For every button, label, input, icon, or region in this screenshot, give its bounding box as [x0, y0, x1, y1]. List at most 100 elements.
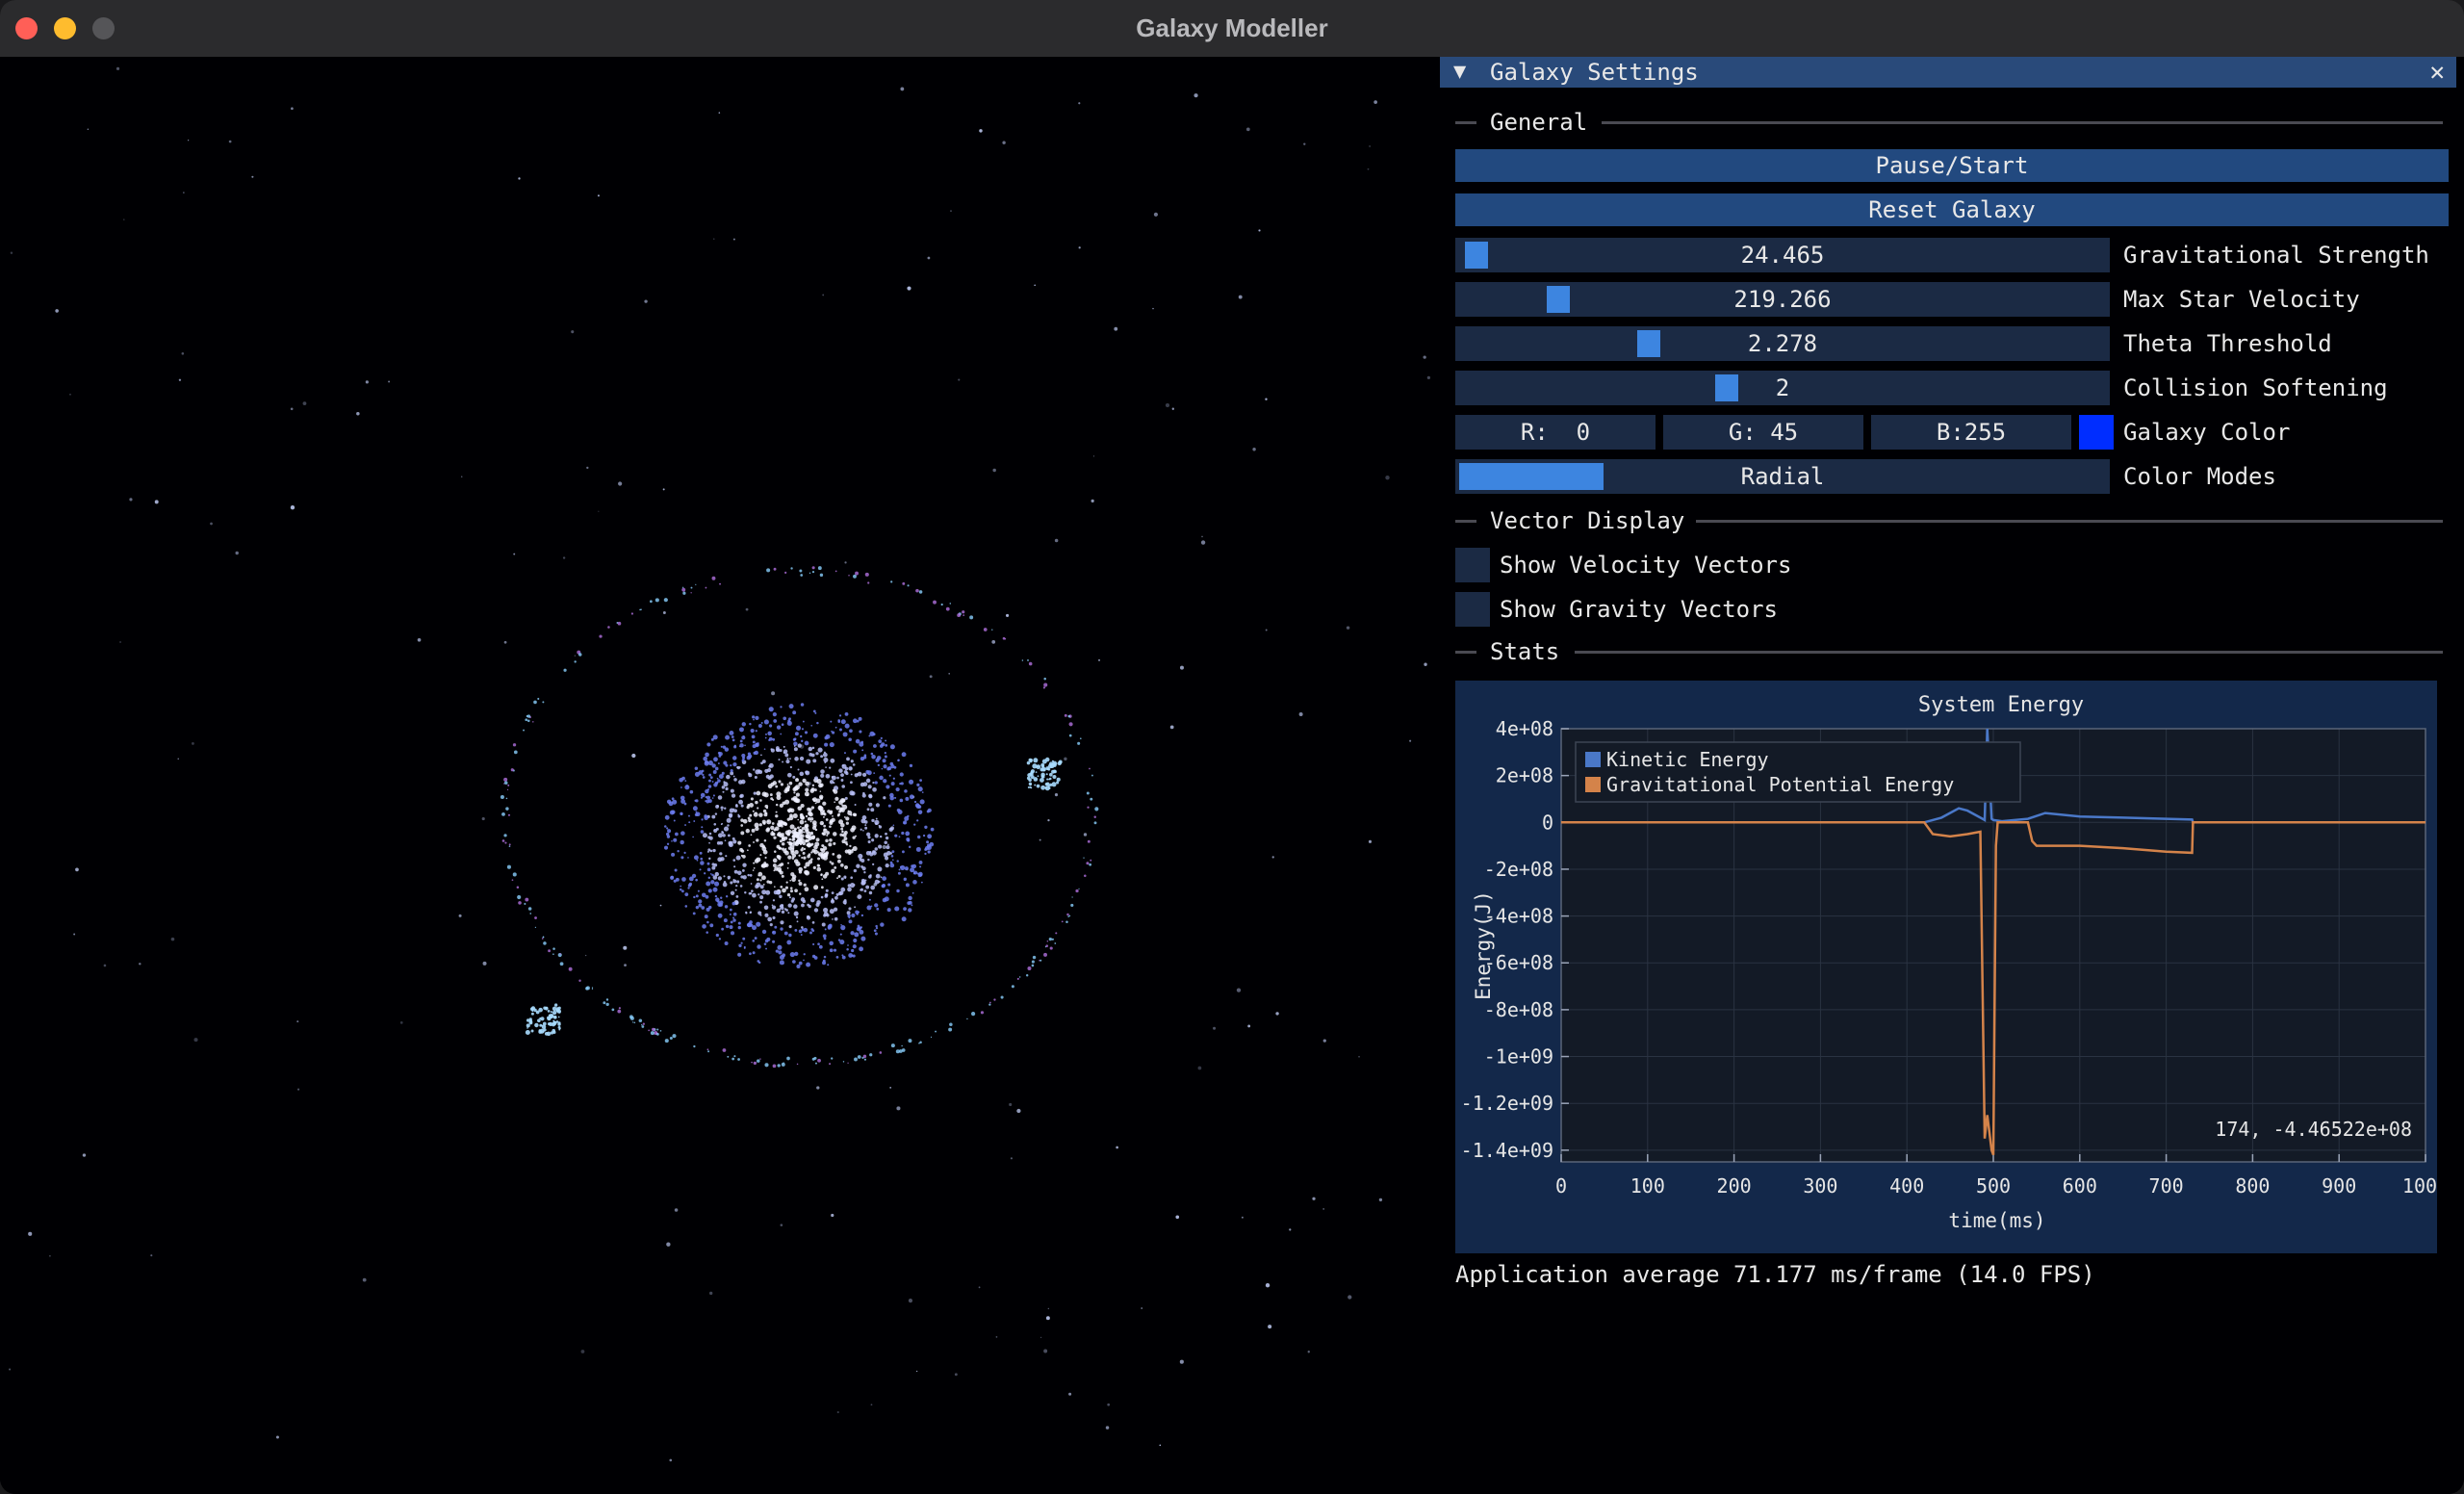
gravitational-strength-slider[interactable]: 24.465 [1455, 238, 2110, 272]
ring-particle [817, 566, 822, 571]
galaxy-star [927, 808, 932, 812]
ring-particle [543, 941, 547, 945]
galaxy-star [799, 756, 805, 761]
galaxy-star [899, 798, 904, 803]
galaxy-star [759, 895, 764, 900]
cluster-particle [550, 1011, 552, 1014]
collision-softening-slider[interactable]: 2 [1455, 371, 2110, 405]
galaxy-star [784, 886, 789, 889]
ring-particle [918, 1042, 920, 1044]
galaxy-star [829, 948, 834, 953]
section-label: Vector Display [1490, 507, 1685, 534]
system-energy-plot[interactable]: System Energy 4e+08 2e+08 0 -2e+08 -4e+08 -6e+… [1455, 681, 2437, 1253]
galaxy-star [840, 719, 846, 725]
galaxy-star [921, 791, 924, 793]
galaxy-star [836, 776, 839, 780]
color-swatch[interactable] [2079, 415, 2114, 450]
close-icon[interactable]: ✕ [2429, 57, 2445, 88]
cluster-particle [534, 1022, 539, 1028]
ring-particle [649, 600, 653, 604]
galaxy-star [763, 905, 769, 911]
color-red-field[interactable]: R: 0 [1455, 415, 1656, 450]
galaxy-star [749, 952, 752, 956]
galaxy-star [680, 786, 682, 788]
color-green-field[interactable]: G: 45 [1663, 415, 1863, 450]
galaxy-star [752, 951, 756, 955]
star [1322, 1208, 1324, 1210]
galaxy-star [833, 841, 836, 845]
show-gravity-vectors-checkbox[interactable] [1455, 592, 1490, 627]
galaxy-star [831, 899, 834, 902]
star [417, 637, 422, 642]
galaxy-star [799, 892, 802, 895]
panel-header[interactable]: ▼ Galaxy Settings ✕ [1440, 57, 2456, 88]
star [1367, 167, 1370, 170]
galaxy-star [789, 844, 795, 850]
galaxy-star [692, 836, 694, 838]
galaxy-star [904, 866, 909, 871]
galaxy-star [909, 763, 913, 768]
x-tick-label: 0 [1555, 1174, 1567, 1198]
star [844, 561, 847, 564]
show-velocity-vectors-checkbox[interactable] [1455, 548, 1490, 582]
reset-galaxy-button[interactable]: Reset Galaxy [1455, 193, 2449, 226]
galaxy-star [822, 846, 828, 851]
collapse-icon[interactable]: ▼ [1453, 59, 1466, 86]
ring-particle [548, 949, 552, 953]
star [1047, 818, 1050, 822]
galaxy-star [767, 916, 773, 922]
cluster-particle [557, 1021, 561, 1025]
galaxy-star [876, 907, 880, 911]
star [150, 1254, 153, 1257]
galaxy-star [773, 869, 776, 872]
galaxy-star [877, 763, 881, 767]
galaxy-star [825, 838, 829, 843]
section-label: General [1490, 109, 1588, 136]
ring-particle [971, 1012, 976, 1017]
galaxy-star [722, 790, 725, 793]
ring-particle [863, 1058, 867, 1061]
star [1098, 658, 1101, 661]
galaxy-star [840, 773, 844, 778]
galaxy-star [821, 823, 824, 825]
ring-particle [1090, 859, 1092, 862]
pause-start-button[interactable]: Pause/Start [1455, 149, 2449, 182]
color-blue-field[interactable]: B:255 [1871, 415, 2071, 450]
galaxy-star [787, 912, 790, 914]
star [1179, 665, 1184, 670]
galaxy-star [719, 852, 723, 856]
galaxy-star [721, 831, 724, 833]
galaxy-star [675, 877, 680, 882]
galaxy-star [780, 783, 783, 786]
star [513, 553, 516, 555]
cluster-particle [552, 1015, 557, 1019]
star [183, 192, 185, 193]
galaxy-star [768, 736, 773, 741]
color-modes-slider[interactable]: Radial [1455, 459, 2110, 494]
galaxy-star [793, 904, 798, 909]
galaxy-star [732, 775, 735, 778]
galaxy-star [697, 889, 700, 892]
galaxy-star [800, 734, 803, 738]
galaxy-star [789, 887, 793, 889]
max-star-velocity-slider[interactable]: 219.266 [1455, 282, 2110, 317]
galaxy-star [725, 924, 730, 929]
galaxy-star [868, 794, 873, 799]
galaxy-star [680, 831, 685, 836]
ring-particle [648, 1029, 651, 1032]
galaxy-star [719, 840, 724, 845]
galaxy-star [857, 894, 862, 900]
cluster-particle [1046, 767, 1049, 770]
ring-particle [664, 1039, 669, 1043]
star [275, 1435, 279, 1439]
galaxy-star [845, 843, 849, 846]
cluster-particle [547, 1016, 551, 1020]
galaxy-star [783, 931, 788, 936]
galaxy-star [737, 952, 742, 957]
galaxy-star [795, 725, 802, 731]
legend-label: Gravitational Potential Energy [1606, 773, 1954, 796]
theta-threshold-slider[interactable]: 2.278 [1455, 326, 2110, 361]
galaxy-star [919, 799, 925, 805]
galaxy-star [871, 838, 875, 842]
galaxy-star [793, 831, 798, 836]
